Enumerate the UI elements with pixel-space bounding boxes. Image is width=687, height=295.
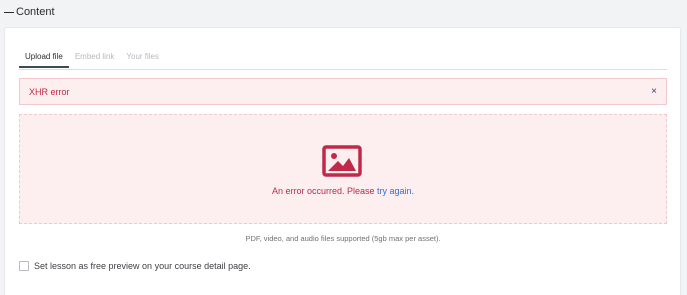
collapse-icon[interactable] — [4, 11, 14, 13]
tab-your-files[interactable]: Your files — [120, 52, 165, 68]
free-preview-checkbox[interactable] — [19, 261, 29, 271]
free-preview-option[interactable]: Set lesson as free preview on your cours… — [19, 261, 251, 271]
tab-embed-link[interactable]: Embed link — [69, 52, 121, 68]
free-preview-label[interactable]: Set lesson as free preview on your cours… — [34, 261, 251, 271]
section-title: Content — [16, 6, 55, 18]
error-prefix: An error occurred. Please — [271, 186, 377, 196]
section-header[interactable]: Content — [4, 4, 55, 20]
tab-upload-file[interactable]: Upload file — [19, 52, 69, 68]
dropzone-error-text: An error occurred. Please try again. — [20, 186, 666, 196]
error-alert: XHR error × — [19, 78, 667, 105]
close-icon[interactable]: × — [651, 86, 657, 97]
supported-files-note: PDF, video, and audio files supported (5… — [245, 234, 441, 243]
upload-tabs: Upload file Embed link Your files — [19, 52, 667, 70]
try-again-link[interactable]: try again — [377, 186, 412, 196]
upload-dropzone[interactable]: An error occurred. Please try again. — [19, 114, 667, 224]
content-card: Upload file Embed link Your files XHR er… — [4, 27, 681, 295]
image-icon — [322, 145, 362, 177]
error-message: XHR error — [29, 86, 70, 97]
error-suffix: . — [411, 186, 415, 196]
